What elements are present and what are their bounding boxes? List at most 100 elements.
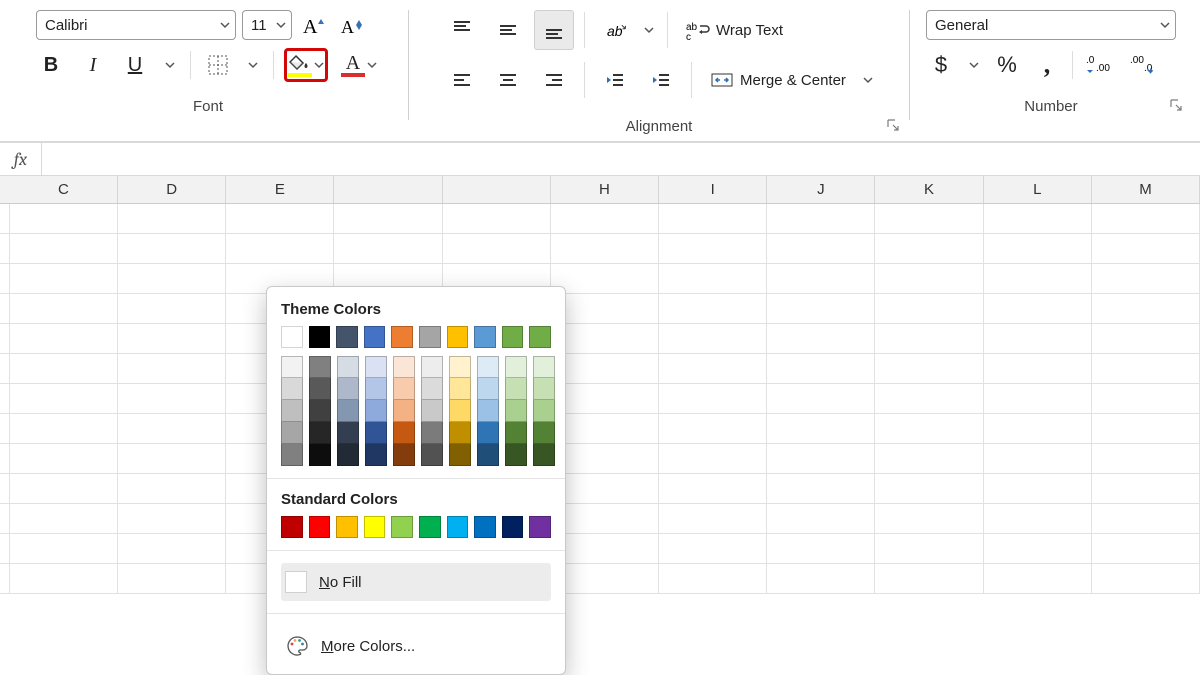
color-swatch[interactable] — [502, 326, 524, 348]
increase-decimal-button[interactable]: .0.00 — [1083, 50, 1117, 80]
cell[interactable] — [984, 444, 1092, 474]
currency-button[interactable]: $ — [926, 50, 956, 80]
percent-button[interactable]: % — [992, 50, 1022, 80]
cell[interactable] — [10, 564, 118, 594]
cell[interactable] — [1092, 264, 1200, 294]
align-middle-button[interactable] — [488, 10, 528, 50]
cell[interactable] — [118, 234, 226, 264]
cell[interactable] — [118, 444, 226, 474]
cell[interactable] — [551, 354, 659, 384]
color-swatch[interactable] — [421, 444, 443, 466]
align-left-button[interactable] — [442, 60, 482, 100]
cell[interactable] — [118, 354, 226, 384]
color-swatch[interactable] — [474, 516, 496, 538]
cell[interactable] — [10, 534, 118, 564]
color-swatch[interactable] — [281, 400, 303, 422]
color-swatch[interactable] — [529, 326, 551, 348]
column-header[interactable]: E — [226, 176, 334, 203]
cell[interactable] — [1092, 204, 1200, 234]
cell[interactable] — [1092, 354, 1200, 384]
column-header[interactable]: J — [767, 176, 875, 203]
cell[interactable] — [334, 234, 442, 264]
cell[interactable] — [551, 474, 659, 504]
cell[interactable] — [875, 384, 983, 414]
cell[interactable] — [10, 384, 118, 414]
cell[interactable] — [10, 294, 118, 324]
font-color-button[interactable]: A — [338, 50, 380, 80]
cell[interactable] — [1092, 384, 1200, 414]
color-swatch[interactable] — [421, 400, 443, 422]
cell[interactable] — [875, 474, 983, 504]
color-swatch[interactable] — [529, 516, 551, 538]
wrap-text-button[interactable]: abc Wrap Text — [678, 10, 791, 50]
cell[interactable] — [984, 504, 1092, 534]
cell[interactable] — [659, 384, 767, 414]
cell[interactable] — [984, 204, 1092, 234]
underline-dropdown[interactable] — [162, 50, 178, 80]
color-swatch[interactable] — [477, 444, 499, 466]
cell[interactable] — [1092, 504, 1200, 534]
borders-dropdown[interactable] — [245, 50, 261, 80]
cell[interactable] — [767, 414, 875, 444]
cell[interactable] — [767, 534, 875, 564]
color-swatch[interactable] — [337, 422, 359, 444]
color-swatch[interactable] — [281, 378, 303, 400]
cell[interactable] — [10, 264, 118, 294]
dialog-launcher-icon[interactable] — [885, 117, 901, 133]
color-swatch[interactable] — [421, 378, 443, 400]
cell[interactable] — [10, 204, 118, 234]
cell[interactable] — [1092, 534, 1200, 564]
cell[interactable] — [984, 564, 1092, 594]
cell[interactable] — [551, 324, 659, 354]
cell[interactable] — [118, 204, 226, 234]
color-swatch[interactable] — [502, 516, 524, 538]
color-swatch[interactable] — [281, 516, 303, 538]
cell[interactable] — [1092, 234, 1200, 264]
color-swatch[interactable] — [533, 422, 555, 444]
increase-font-size-button[interactable]: A — [298, 10, 330, 40]
italic-button[interactable]: I — [78, 50, 108, 80]
color-swatch[interactable] — [391, 516, 413, 538]
cell[interactable] — [767, 204, 875, 234]
cell[interactable] — [118, 264, 226, 294]
color-swatch[interactable] — [505, 444, 527, 466]
underline-button[interactable]: U — [120, 50, 150, 80]
formula-input[interactable] — [42, 143, 1200, 175]
color-swatch[interactable] — [309, 516, 331, 538]
color-swatch[interactable] — [281, 444, 303, 466]
color-swatch[interactable] — [533, 378, 555, 400]
color-swatch[interactable] — [533, 444, 555, 466]
decrease-decimal-button[interactable]: .00.0 — [1127, 50, 1161, 80]
increase-indent-button[interactable] — [641, 60, 681, 100]
cell[interactable] — [10, 504, 118, 534]
decrease-font-size-button[interactable]: A — [336, 10, 368, 40]
no-fill-item[interactable]: No Fill — [281, 563, 551, 601]
color-swatch[interactable] — [309, 422, 331, 444]
color-swatch[interactable] — [309, 444, 331, 466]
color-swatch[interactable] — [474, 326, 496, 348]
cell[interactable] — [226, 204, 334, 234]
cell[interactable] — [1092, 474, 1200, 504]
color-swatch[interactable] — [505, 400, 527, 422]
color-swatch[interactable] — [364, 516, 386, 538]
font-name-combo[interactable]: Calibri — [36, 10, 236, 40]
cell[interactable] — [984, 354, 1092, 384]
cell[interactable] — [10, 414, 118, 444]
cell[interactable] — [659, 264, 767, 294]
cell[interactable] — [659, 294, 767, 324]
cell[interactable] — [875, 414, 983, 444]
color-swatch[interactable] — [365, 378, 387, 400]
cell[interactable] — [659, 324, 767, 354]
cell[interactable] — [118, 504, 226, 534]
cell[interactable] — [767, 324, 875, 354]
align-bottom-button[interactable] — [534, 10, 574, 50]
cell[interactable] — [767, 354, 875, 384]
color-swatch[interactable] — [336, 516, 358, 538]
cell[interactable] — [10, 234, 118, 264]
cell[interactable] — [1092, 414, 1200, 444]
color-swatch[interactable] — [391, 326, 413, 348]
color-swatch[interactable] — [449, 400, 471, 422]
color-swatch[interactable] — [393, 444, 415, 466]
color-swatch[interactable] — [421, 356, 443, 378]
cell[interactable] — [10, 474, 118, 504]
